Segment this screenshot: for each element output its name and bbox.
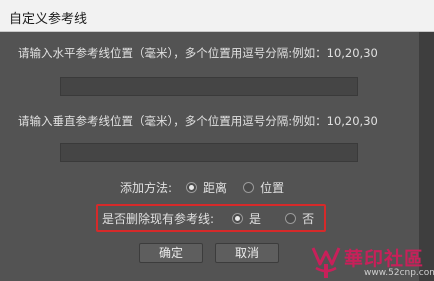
radio-unselected-icon[interactable]: [285, 213, 297, 224]
watermark-url: www.52cnp.com: [364, 268, 434, 278]
add-method-option-distance[interactable]: 距离: [186, 179, 227, 196]
add-method-label: 添加方法:: [120, 181, 173, 195]
watermark: 華印社區 www.52cnp.com: [308, 244, 434, 281]
delete-existing-option-no[interactable]: 否: [285, 210, 314, 227]
window-title: 自定义参考线: [9, 12, 88, 27]
add-method-option-label: 位置: [260, 181, 285, 195]
radio-selected-icon[interactable]: [232, 213, 244, 224]
horizontal-guides-input[interactable]: [60, 77, 358, 96]
cancel-button[interactable]: 取消: [215, 243, 279, 263]
title-bar[interactable]: 自定义参考线: [0, 0, 434, 32]
vertical-guides-input[interactable]: [60, 143, 358, 162]
radio-selected-icon[interactable]: [186, 182, 198, 193]
delete-existing-option-label: 是: [249, 212, 262, 226]
radio-unselected-icon[interactable]: [243, 182, 255, 193]
add-method-option-label: 距离: [203, 181, 228, 195]
delete-existing-label: 是否删除现有参考线:: [102, 212, 215, 226]
watermark-logo-icon: [311, 247, 341, 278]
delete-existing-option-label: 否: [302, 212, 315, 226]
horizontal-guides-label: 请输入水平参考线位置（毫米），多个位置用逗号分隔:例如：10,20,30: [18, 46, 378, 60]
vertical-guides-label: 请输入垂直参考线位置（毫米），多个位置用逗号分隔:例如：10,20,30: [18, 114, 378, 128]
add-method-option-position[interactable]: 位置: [243, 179, 284, 196]
watermark-text: 華印社區: [344, 248, 425, 270]
delete-existing-option-yes[interactable]: 是: [232, 210, 261, 227]
add-method-row: 添加方法: 距离 位置: [120, 179, 284, 196]
delete-existing-row: 是否删除现有参考线: 是 否: [102, 210, 314, 227]
ok-button[interactable]: 确定: [139, 243, 203, 263]
